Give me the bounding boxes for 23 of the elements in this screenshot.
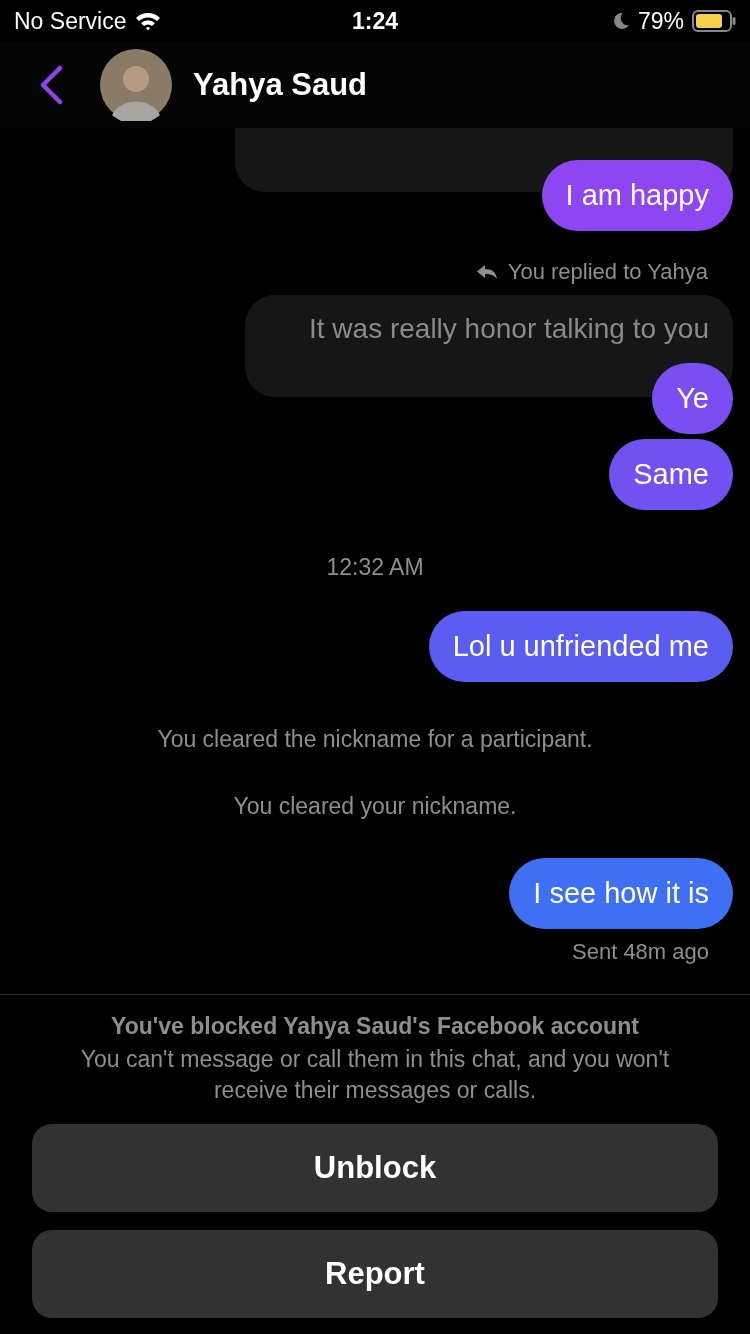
- action-button[interactable]: Unblock: [32, 1124, 718, 1212]
- contact-name[interactable]: Yahya Saud: [193, 67, 368, 103]
- clock-text: 1:24: [352, 7, 398, 35]
- reply-icon: [475, 264, 498, 280]
- event-notice: You cleared the nickname for a participant.: [157, 726, 593, 753]
- avatar[interactable]: [100, 49, 172, 121]
- back-icon[interactable]: [38, 65, 64, 105]
- carrier-text: No Service: [14, 7, 127, 35]
- blocked-title: You've blocked Yahya Saud's Facebook account: [111, 1013, 639, 1040]
- reply-label: You replied to Yahya: [507, 259, 708, 285]
- battery-percent: 79%: [637, 7, 684, 35]
- battery-icon: [692, 10, 736, 32]
- moon-icon: [611, 11, 630, 31]
- sent-message-bubble[interactable]: Same: [609, 439, 733, 510]
- action-button[interactable]: Report: [32, 1230, 718, 1318]
- event-notice: You cleared your nickname.: [233, 793, 517, 820]
- sent-message-bubble[interactable]: Lol u unfriended me: [428, 611, 733, 682]
- sent-receipt: Sent 48m ago: [572, 939, 709, 965]
- wifi-icon: [134, 11, 163, 31]
- sent-message-bubble[interactable]: I see how it is: [509, 858, 733, 929]
- sent-message-bubble[interactable]: I am happy: [541, 160, 733, 231]
- timestamp: 12:32 AM: [326, 554, 424, 581]
- blocked-description: You can't message or call them in this chat, and you won't receive their messages or calls.: [79, 1045, 671, 1105]
